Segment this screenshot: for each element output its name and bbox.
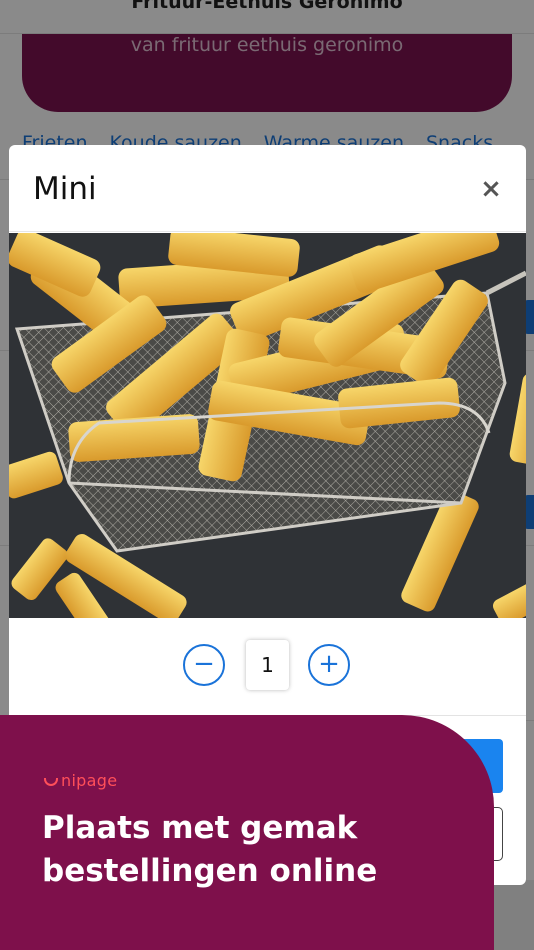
product-image [9, 233, 526, 618]
unipage-logo: nipage [44, 771, 117, 790]
modal-header: Mini × [9, 145, 526, 232]
close-icon[interactable]: × [476, 174, 506, 204]
increase-quantity-button[interactable]: + [308, 644, 350, 686]
promo-banner[interactable]: nipage Plaats met gemak bestellingen onl… [0, 715, 494, 950]
decrease-quantity-button[interactable]: − [183, 644, 225, 686]
quantity-stepper: − 1 + [9, 640, 526, 690]
quantity-value[interactable]: 1 [246, 640, 289, 690]
brand-name: nipage [61, 771, 118, 790]
modal-title: Mini [33, 171, 97, 207]
promo-headline: Plaats met gemak bestellingen online [42, 807, 377, 893]
unipage-u-icon [44, 778, 58, 786]
promo-headline-line-2: bestellingen online [42, 853, 378, 889]
fries-image-art [9, 233, 526, 618]
promo-headline-line-1: Plaats met gemak [42, 810, 358, 846]
